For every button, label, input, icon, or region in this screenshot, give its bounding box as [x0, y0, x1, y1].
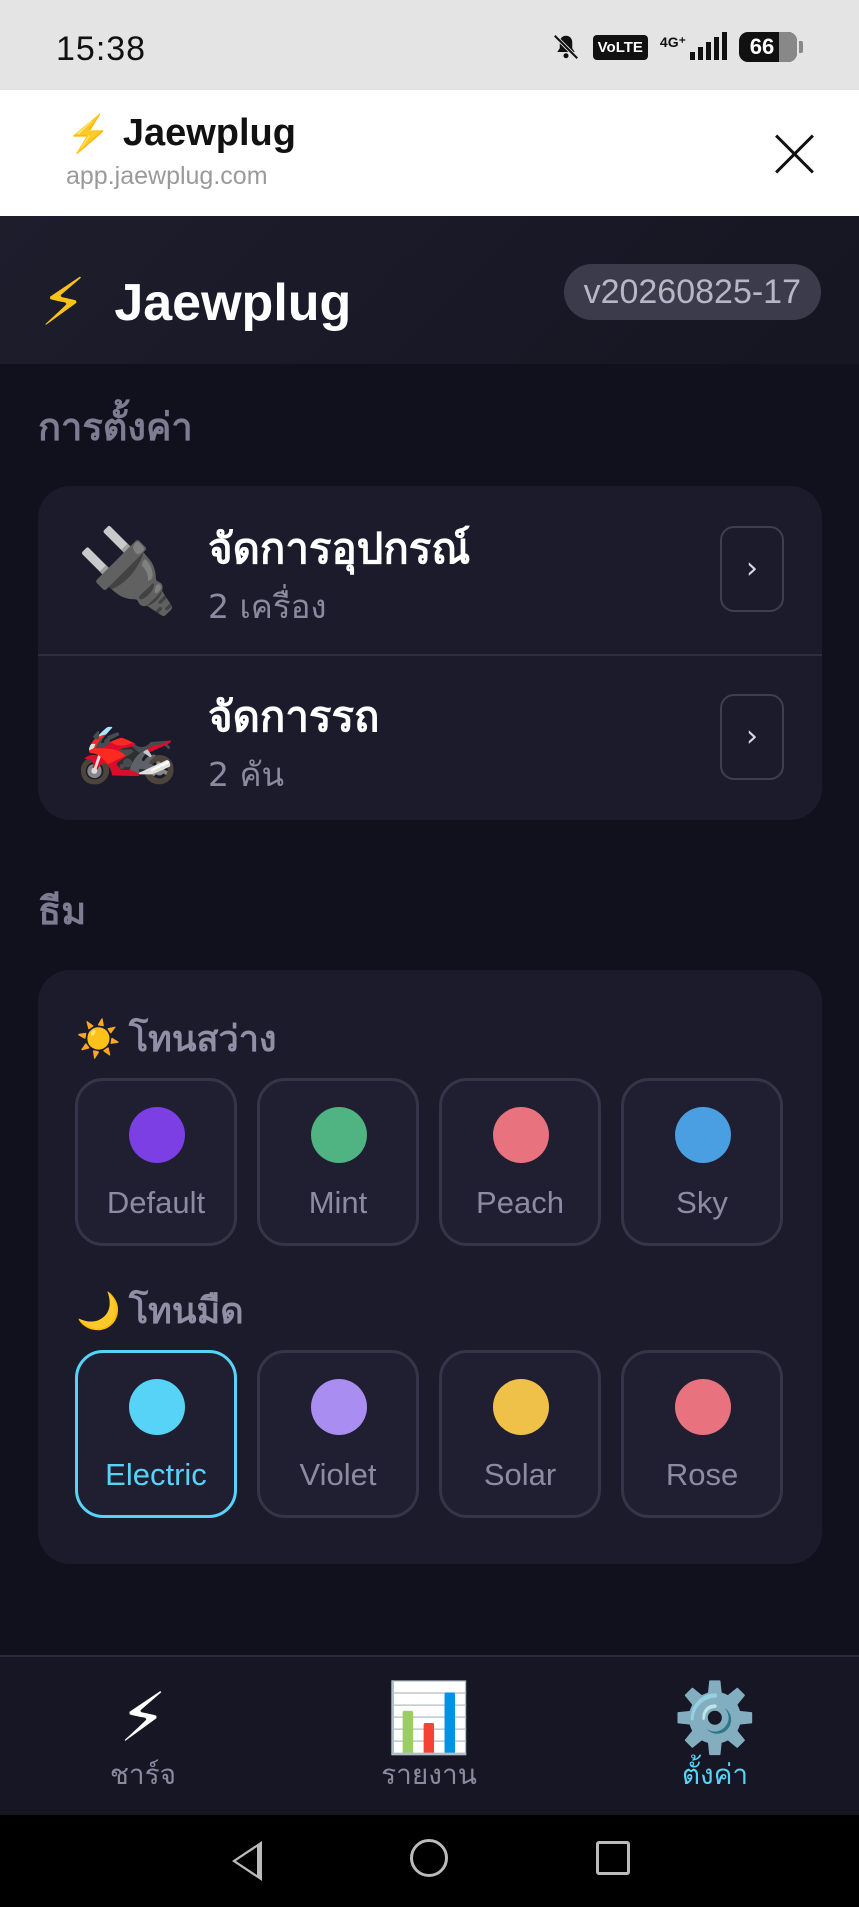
- manage-vehicles-chevron-button[interactable]: ›: [720, 694, 784, 780]
- recent-apps-icon[interactable]: [596, 1841, 630, 1875]
- status-time: 15:38: [56, 30, 147, 68]
- theme-swatch-sky[interactable]: Sky: [621, 1078, 783, 1246]
- theme-swatch-electric[interactable]: Electric: [75, 1350, 237, 1518]
- swatch-label: Violet: [299, 1457, 377, 1492]
- bolt-icon: ⚡: [40, 264, 87, 341]
- gear-icon: ⚙️: [672, 1679, 758, 1758]
- app-header: ⚡ Jaewplug v20260825-17: [0, 216, 859, 364]
- swatch-label: Mint: [308, 1185, 368, 1220]
- motorcycle-icon: 🏍️: [76, 692, 179, 787]
- nav-settings[interactable]: ⚙️ ตั้งค่า: [615, 1679, 815, 1797]
- home-icon[interactable]: [410, 1839, 448, 1877]
- settings-section-title: การตั้งค่า: [38, 405, 193, 449]
- theme-swatch-default[interactable]: Default: [75, 1078, 237, 1246]
- color-dot: [675, 1107, 731, 1163]
- nav-settings-label: ตั้งค่า: [681, 1758, 749, 1791]
- version-badge: v20260825-17: [563, 264, 821, 320]
- color-dot: [675, 1379, 731, 1435]
- nav-report-label: รายงาน: [381, 1758, 477, 1791]
- theme-swatch-violet[interactable]: Violet: [257, 1350, 419, 1518]
- app-name: Jaewplug: [114, 273, 352, 332]
- manage-devices-row[interactable]: 🔌 จัดการอุปกรณ์ 2 เครื่อง ›: [38, 486, 822, 654]
- sun-icon: ☀️: [76, 1018, 121, 1060]
- moon-icon: 🌙: [76, 1290, 121, 1332]
- dark-tone-text: โทนมืด: [128, 1291, 244, 1332]
- bottom-nav: ⚡ ชาร์จ 📊 รายงาน ⚙️ ตั้งค่า: [0, 1655, 859, 1815]
- theme-swatch-mint[interactable]: Mint: [257, 1078, 419, 1246]
- swatch-label: Rose: [665, 1457, 739, 1492]
- color-dot: [129, 1379, 185, 1435]
- swatch-label: Sky: [676, 1185, 728, 1220]
- color-dot: [311, 1107, 367, 1163]
- bolt-icon: ⚡: [66, 112, 111, 154]
- theme-section-title: ธีม: [38, 889, 87, 933]
- manage-vehicles-title: จัดการรถ: [208, 692, 380, 741]
- color-dot: [311, 1379, 367, 1435]
- plug-icon: 🔌: [76, 524, 179, 619]
- battery-icon: 66: [739, 32, 797, 62]
- light-tone-text: โทนสว่าง: [128, 1019, 277, 1060]
- color-dot: [493, 1379, 549, 1435]
- theme-swatch-peach[interactable]: Peach: [439, 1078, 601, 1246]
- bolt-icon: ⚡: [119, 1679, 167, 1758]
- status-icons: VoLTE 4G⁺ 66: [551, 32, 803, 62]
- theme-swatch-rose[interactable]: Rose: [621, 1350, 783, 1518]
- nav-charge-label: ชาร์จ: [109, 1758, 177, 1791]
- browser-header: ⚡ Jaewplug app.jaewplug.com: [0, 90, 859, 216]
- swatch-label: Peach: [476, 1185, 564, 1220]
- signal-icon: [690, 32, 727, 60]
- manage-devices-chevron-button[interactable]: ›: [720, 526, 784, 612]
- app-logo: ⚡ Jaewplug: [40, 264, 351, 341]
- system-nav-bar: [0, 1815, 859, 1907]
- browser-title: ⚡ Jaewplug: [66, 112, 296, 155]
- swatch-label: Electric: [105, 1457, 207, 1492]
- status-bar: 15:38 VoLTE 4G⁺ 66: [0, 0, 859, 90]
- browser-url: app.jaewplug.com: [66, 162, 268, 190]
- close-icon[interactable]: [773, 132, 817, 176]
- manage-devices-title: จัดการอุปกรณ์: [208, 524, 471, 573]
- bar-chart-icon: 📊: [386, 1679, 472, 1758]
- color-dot: [129, 1107, 185, 1163]
- battery-level: 66: [749, 34, 775, 59]
- settings-card: 🔌 จัดการอุปกรณ์ 2 เครื่อง › 🏍️ จัดการรถ …: [38, 486, 822, 820]
- theme-card: ☀️ โทนสว่าง Default Mint Peach Sky 🌙 โทน…: [38, 970, 822, 1564]
- dark-tone-label: 🌙 โทนมืด: [76, 1282, 244, 1339]
- swatch-label: Solar: [483, 1457, 557, 1492]
- volte-icon: VoLTE: [592, 34, 648, 60]
- network-type: 4G⁺: [659, 33, 686, 50]
- manage-vehicles-count: 2 คัน: [208, 755, 285, 794]
- manage-vehicles-row[interactable]: 🏍️ จัดการรถ 2 คัน ›: [38, 654, 822, 822]
- nav-charge[interactable]: ⚡ ชาร์จ: [43, 1679, 243, 1797]
- battery-tip: [799, 41, 803, 53]
- color-dot: [493, 1107, 549, 1163]
- manage-devices-count: 2 เครื่อง: [208, 587, 327, 626]
- theme-swatch-solar[interactable]: Solar: [439, 1350, 601, 1518]
- nav-report[interactable]: 📊 รายงาน: [329, 1679, 529, 1797]
- light-tone-label: ☀️ โทนสว่าง: [76, 1010, 276, 1067]
- back-icon[interactable]: [232, 1841, 262, 1881]
- bell-muted-icon: [553, 34, 579, 60]
- browser-title-text: Jaewplug: [122, 112, 296, 154]
- swatch-label: Default: [106, 1185, 206, 1220]
